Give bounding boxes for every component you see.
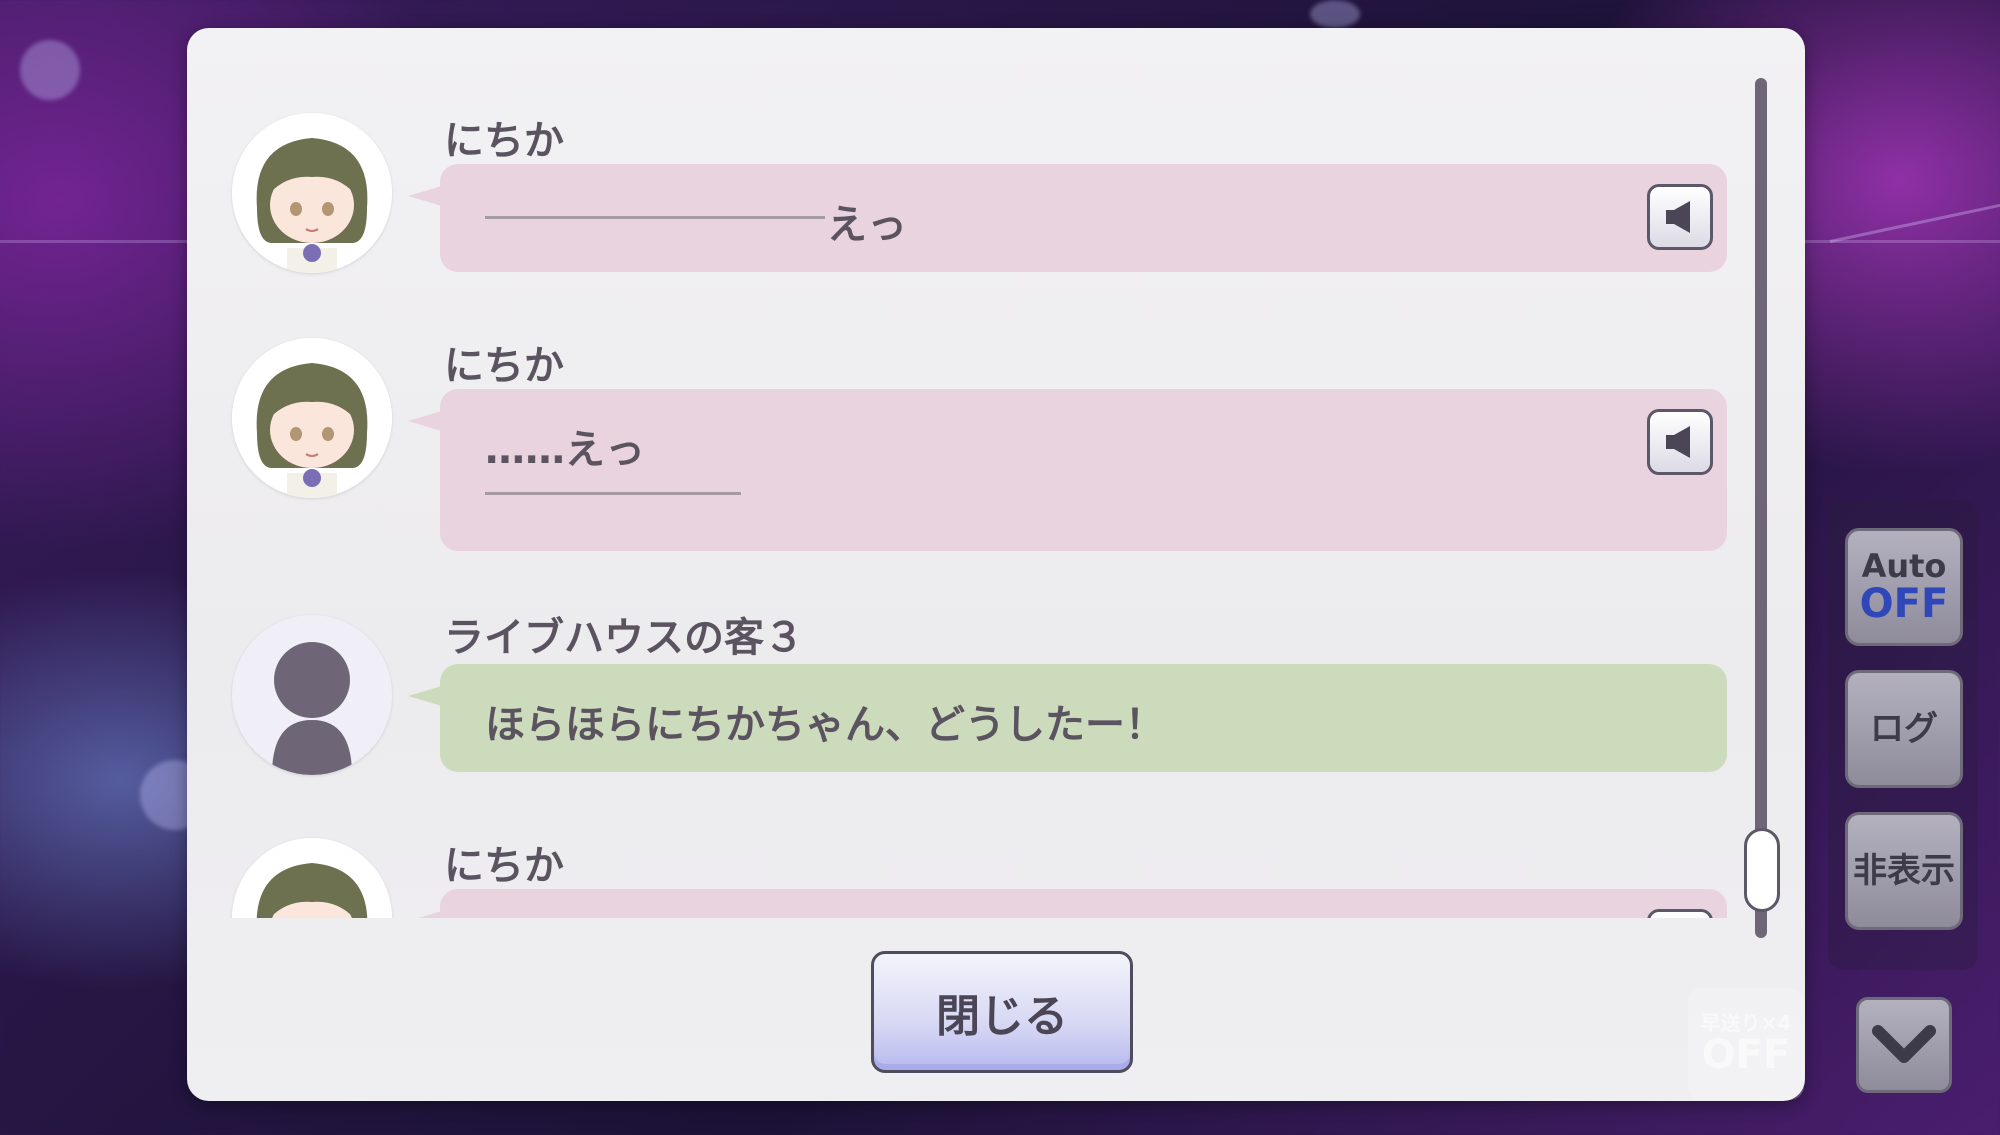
fast-forward-label: 早送り×4 <box>1700 1010 1792 1035</box>
dialogue-text: ほらほらにちかちゃん、どうしたー！ <box>485 702 1165 748</box>
fast-forward-button[interactable]: 早送り×4 OFF <box>1688 988 1804 1100</box>
speaker-icon <box>1666 426 1690 458</box>
hide-ui-button[interactable]: 非表示 <box>1845 812 1963 930</box>
dash-line <box>485 216 825 219</box>
log-button[interactable]: ログ <box>1845 670 1963 788</box>
hide-label: 非表示 <box>1853 851 1955 891</box>
bubble-tail <box>408 911 442 918</box>
dialogue-text: えっ <box>827 202 907 248</box>
dialogue-bubble <box>408 889 1727 918</box>
scrollbar-thumb[interactable] <box>1744 828 1780 912</box>
chevron-down-icon <box>1872 1025 1936 1063</box>
dialogue-text: ……えっ <box>485 427 645 473</box>
dialogue-bubble: ……えっ <box>408 389 1727 551</box>
dialogue-bubble: ほらほらにちかちゃん、どうしたー！ <box>408 664 1727 772</box>
speaker-name: にちか <box>444 343 564 389</box>
speaker-name: にちか <box>444 118 564 164</box>
scrollbar-track[interactable] <box>1755 78 1767 938</box>
close-button[interactable]: 閉じる <box>871 951 1133 1073</box>
nichika-avatar <box>232 338 392 498</box>
stage-light <box>1310 0 1360 28</box>
dash-line <box>485 492 741 495</box>
speaker-icon <box>1666 201 1690 233</box>
voice-replay-button[interactable] <box>1647 184 1713 250</box>
auto-label: Auto <box>1861 547 1947 585</box>
log-label: ログ <box>1870 709 1938 749</box>
nichika-avatar <box>232 113 392 273</box>
auto-toggle-button[interactable]: Auto OFF <box>1845 528 1963 646</box>
nichika-avatar <box>232 838 392 918</box>
log-dialog: にちか えっ にちか ……えっ ライブハウスの客３ ほらほらにちかちゃん、どうし… <box>187 28 1805 1101</box>
dialogue-bubble: えっ <box>408 164 1727 272</box>
fast-forward-state: OFF <box>1701 1031 1791 1078</box>
stage-light <box>20 40 80 100</box>
speaker-name: ライブハウスの客３ <box>444 615 804 661</box>
silhouette-avatar <box>232 615 392 775</box>
stage-light-beam <box>1829 202 2000 243</box>
collapse-menu-button[interactable] <box>1856 997 1952 1093</box>
speaker-name: にちか <box>444 843 564 889</box>
auto-state: OFF <box>1859 581 1949 627</box>
voice-replay-button[interactable] <box>1647 909 1713 918</box>
log-list[interactable]: にちか えっ にちか ……えっ ライブハウスの客３ ほらほらにちかちゃん、どうし… <box>187 28 1747 918</box>
bubble-tail <box>408 186 442 206</box>
voice-replay-button[interactable] <box>1647 409 1713 475</box>
bubble-tail <box>408 686 442 706</box>
silhouette-icon <box>232 615 392 775</box>
bubble-tail <box>408 411 442 431</box>
